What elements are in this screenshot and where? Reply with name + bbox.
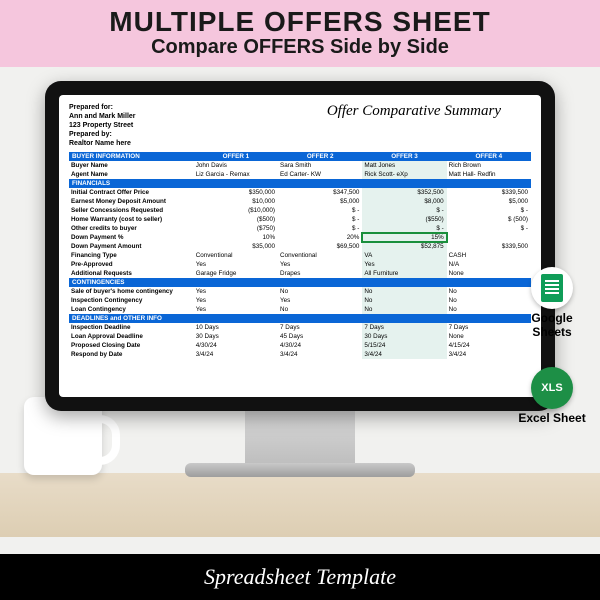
table-row: Down Payment %10%20%15%: [69, 233, 531, 242]
title-line2: Compare OFFERS Side by Side: [0, 36, 600, 59]
spreadsheet-screen: Offer Comparative Summary Prepared for: …: [59, 95, 541, 397]
table-row: Loan ContingencyYesNoNoNo: [69, 305, 531, 314]
section-financials: FINANCIALS: [69, 179, 531, 188]
table-row: Proposed Closing Date4/30/244/30/245/15/…: [69, 341, 531, 350]
bottom-banner: Spreadsheet Template: [0, 554, 600, 600]
monitor-stand-base: [185, 463, 415, 477]
table-row: Financing TypeConventionalConventionalVA…: [69, 251, 531, 260]
table-row: Seller Concessions Requested($10,000)$ -…: [69, 206, 531, 215]
table-row: Initial Contract Offer Price$350,000$347…: [69, 188, 531, 197]
table-row: Home Warranty (cost to seller)($500)$ -(…: [69, 215, 531, 224]
sheet-title: Offer Comparative Summary: [327, 103, 501, 120]
google-sheets-icon: [531, 267, 573, 309]
table-row: Loan Approval Deadline30 Days45 Days30 D…: [69, 332, 531, 341]
title-line1: MULTIPLE OFFERS SHEET: [0, 6, 600, 38]
excel-badge: XLS Excel Sheet: [514, 367, 590, 426]
table-row: Down Payment Amount$35,000$69,500$52,875…: [69, 242, 531, 251]
section-deadlines: DEADLINES and OTHER INFO: [69, 314, 531, 323]
table-row: Buyer NameJohn DavisSara SmithMatt Jones…: [69, 161, 531, 170]
monitor-stand-neck: [245, 411, 355, 469]
table-row: Respond by Date3/4/243/4/243/4/243/4/24: [69, 350, 531, 359]
title-banner: MULTIPLE OFFERS SHEET Compare OFFERS Sid…: [0, 0, 600, 67]
table-row: Earnest Money Deposit Amount$10,000$5,00…: [69, 197, 531, 206]
section-contingencies: CONTINGENCIES: [69, 278, 531, 287]
offers-table: BUYER INFORMATIONOFFER 1OFFER 2OFFER 3OF…: [69, 152, 531, 359]
table-row: Sale of buyer's home contingencyYesNoNoN…: [69, 287, 531, 296]
table-row: Inspection Deadline10 Days7 Days7 Days7 …: [69, 323, 531, 332]
monitor-frame: Offer Comparative Summary Prepared for: …: [45, 81, 555, 411]
table-row: Other credits to buyer($750)$ -$ -$ -: [69, 224, 531, 233]
desk-surface: [0, 473, 600, 537]
table-row: Agent NameLiz Garcia - RemaxEd Carter- K…: [69, 170, 531, 179]
google-sheets-badge: Google Sheets: [514, 267, 590, 340]
table-row: Pre-ApprovedYesYesYesN/A: [69, 260, 531, 269]
table-row: Inspection ContingencyYesYesNoNo: [69, 296, 531, 305]
table-row: Additional RequestsGarage FridgeDrapesAl…: [69, 269, 531, 278]
excel-xls-icon: XLS: [531, 367, 573, 409]
section-buyer: BUYER INFORMATIONOFFER 1OFFER 2OFFER 3OF…: [69, 152, 531, 161]
stage: Offer Comparative Summary Prepared for: …: [0, 67, 600, 537]
